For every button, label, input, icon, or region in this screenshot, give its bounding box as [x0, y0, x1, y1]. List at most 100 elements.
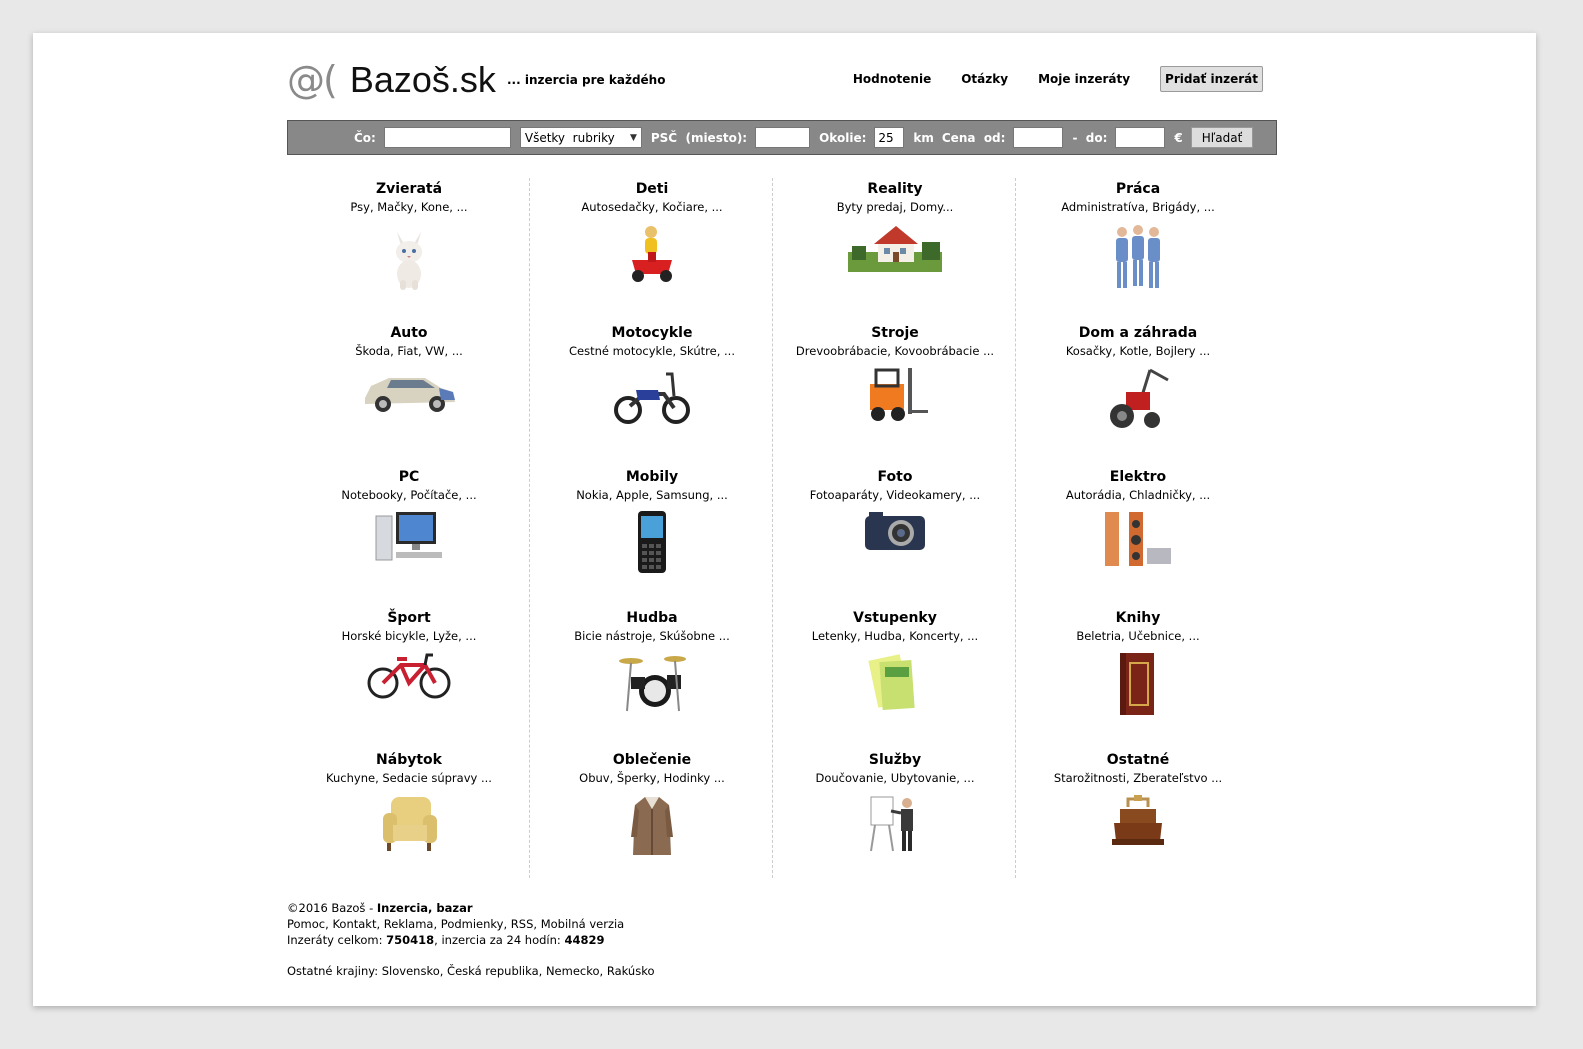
footer-link-mobile[interactable]: Mobilná verzia: [541, 917, 625, 931]
motorcycle-icon[interactable]: [530, 366, 774, 430]
category-5[interactable]: Auto Škoda, Fiat, VW, ...: [287, 325, 531, 420]
category-7[interactable]: Stroje Drevoobrábacie, Kovoobrábacie ...: [773, 325, 1017, 428]
category-title[interactable]: Zvieratá: [287, 181, 531, 197]
category-18[interactable]: Oblečenie Obuv, Šperky, Hodinky ...: [530, 752, 774, 863]
bicycle-icon[interactable]: [287, 651, 531, 703]
cat-icon[interactable]: [287, 222, 531, 296]
price-from-input[interactable]: [1013, 127, 1064, 148]
drums-icon[interactable]: [530, 651, 774, 717]
category-title[interactable]: Práca: [1016, 181, 1260, 197]
coat-icon[interactable]: [530, 793, 774, 863]
category-subtitle: Byty predaj, Domy...: [836, 200, 954, 214]
category-title[interactable]: Elektro: [1016, 469, 1260, 485]
tickets-icon[interactable]: [773, 651, 1017, 719]
category-title[interactable]: PC: [287, 469, 531, 485]
mobile-phone-icon[interactable]: [530, 510, 774, 578]
category-subtitle: Kosačky, Kotle, Bojlery ...: [1065, 344, 1211, 358]
copyright-line: ©2016 Bazoš - Inzercia, bazar: [287, 900, 655, 916]
category-6[interactable]: Motocykle Cestné motocykle, Skútre, ...: [530, 325, 774, 430]
category-subtitle: Beletria, Učebnice, ...: [1076, 629, 1200, 643]
stats-line: Inzeráty celkom: 750418, inzercia za 24 …: [287, 932, 655, 948]
category-title[interactable]: Dom a záhrada: [1016, 325, 1260, 341]
computer-icon[interactable]: [287, 510, 531, 568]
category-subtitle: Cestné motocykle, Skútre, ...: [568, 344, 735, 358]
category-title[interactable]: Ostatné: [1016, 752, 1260, 768]
presenter-icon[interactable]: [773, 793, 1017, 857]
footer-link-kontakt[interactable]: Kontakt: [332, 917, 376, 931]
nav-moje-inzeraty[interactable]: Moje inzeráty: [1038, 72, 1130, 86]
book-icon[interactable]: [1016, 651, 1260, 721]
footer: ©2016 Bazoš - Inzercia, bazar Pomoc, Kon…: [287, 900, 655, 979]
search-button[interactable]: Hľadať: [1190, 127, 1254, 148]
category-title[interactable]: Deti: [530, 181, 774, 197]
countries-line: Ostatné krajiny: Slovensko, Česká republ…: [287, 964, 655, 978]
category-title[interactable]: Stroje: [773, 325, 1017, 341]
category-15[interactable]: Vstupenky Letenky, Hudba, Koncerty, ...: [773, 610, 1017, 719]
site-logo[interactable]: @( Bazoš.sk: [287, 58, 496, 102]
child-toy-car-icon[interactable]: [530, 222, 774, 288]
category-4[interactable]: Práca Administratíva, Brigády, ...: [1016, 181, 1260, 296]
car-icon[interactable]: [287, 366, 531, 420]
total-label: Inzeráty celkom:: [287, 933, 387, 947]
currency-label: €: [1174, 130, 1183, 145]
category-title[interactable]: Mobily: [530, 469, 774, 485]
what-label: Čo:: [354, 130, 376, 145]
armchair-icon[interactable]: [287, 793, 531, 857]
footer-links: Pomoc, Kontakt, Reklama, Podmienky, RSS,…: [287, 917, 625, 931]
category-title[interactable]: Šport: [287, 610, 531, 626]
antique-iron-icon[interactable]: [1016, 793, 1260, 851]
category-9[interactable]: PC Notebooky, Počítače, ...: [287, 469, 531, 568]
category-16[interactable]: Knihy Beletria, Učebnice, ...: [1016, 610, 1260, 721]
nav-otazky[interactable]: Otázky: [961, 72, 1008, 86]
country-link-sk[interactable]: Slovensko: [382, 964, 440, 978]
category-title[interactable]: Motocykle: [530, 325, 774, 341]
category-select[interactable]: Všetky rubriky ▼: [519, 127, 642, 148]
add-listing-button[interactable]: Pridať inzerát: [1160, 66, 1263, 92]
radius-input[interactable]: [874, 127, 905, 148]
category-title[interactable]: Oblečenie: [530, 752, 774, 768]
footer-link-reklama[interactable]: Reklama: [384, 917, 434, 931]
category-title[interactable]: Knihy: [1016, 610, 1260, 626]
category-title[interactable]: Služby: [773, 752, 1017, 768]
category-17[interactable]: Nábytok Kuchyne, Sedacie súpravy ...: [287, 752, 531, 857]
speakers-icon[interactable]: [1016, 510, 1260, 572]
country-link-de[interactable]: Nemecko: [546, 964, 600, 978]
what-input[interactable]: [383, 127, 511, 148]
category-2[interactable]: Deti Autosedačky, Kočiare, ...: [530, 181, 774, 288]
category-19[interactable]: Služby Doučovanie, Ubytovanie, ...: [773, 752, 1017, 857]
nav-hodnotenie[interactable]: Hodnotenie: [853, 72, 931, 86]
category-20[interactable]: Ostatné Starožitnosti, Zberateľstvo ...: [1016, 752, 1260, 851]
category-title[interactable]: Nábytok: [287, 752, 531, 768]
footer-link-rss[interactable]: RSS: [511, 917, 534, 931]
tiller-icon[interactable]: [1016, 366, 1260, 436]
zip-input[interactable]: [755, 127, 811, 148]
category-title[interactable]: Foto: [773, 469, 1017, 485]
category-title[interactable]: Reality: [773, 181, 1017, 197]
category-subtitle: Obuv, Šperky, Hodinky ...: [579, 771, 725, 785]
category-title[interactable]: Auto: [287, 325, 531, 341]
category-1[interactable]: Zvieratá Psy, Mačky, Kone, ...: [287, 181, 531, 296]
footer-link-podmienky[interactable]: Podmienky: [441, 917, 504, 931]
country-link-cz[interactable]: Česká republika: [447, 964, 539, 978]
km-label: km: [913, 130, 934, 145]
country-link-at[interactable]: Rakúsko: [607, 964, 655, 978]
category-title[interactable]: Vstupenky: [773, 610, 1017, 626]
category-13[interactable]: Šport Horské bicykle, Lyže, ...: [287, 610, 531, 703]
workers-icon[interactable]: [1016, 222, 1260, 296]
zip-label: PSČ (miesto):: [650, 130, 748, 145]
category-3[interactable]: Reality Byty predaj, Domy...: [773, 181, 1017, 278]
category-title[interactable]: Hudba: [530, 610, 774, 626]
category-subtitle: Autosedačky, Kočiare, ...: [581, 200, 723, 214]
top-navigation: Hodnotenie Otázky Moje inzeráty Pridať i…: [853, 66, 1263, 92]
tagline: ... inzercia pre každého: [507, 73, 666, 87]
price-to-input[interactable]: [1115, 127, 1166, 148]
house-icon[interactable]: [773, 222, 1017, 278]
category-8[interactable]: Dom a záhrada Kosačky, Kotle, Bojlery ...: [1016, 325, 1260, 436]
footer-link-pomoc[interactable]: Pomoc: [287, 917, 325, 931]
camera-icon[interactable]: [773, 510, 1017, 558]
category-12[interactable]: Elektro Autorádia, Chladničky, ...: [1016, 469, 1260, 572]
category-10[interactable]: Mobily Nokia, Apple, Samsung, ...: [530, 469, 774, 578]
category-11[interactable]: Foto Fotoaparáty, Videokamery, ...: [773, 469, 1017, 558]
category-14[interactable]: Hudba Bicie nástroje, Skúšobne ...: [530, 610, 774, 717]
forklift-icon[interactable]: [773, 366, 1017, 428]
